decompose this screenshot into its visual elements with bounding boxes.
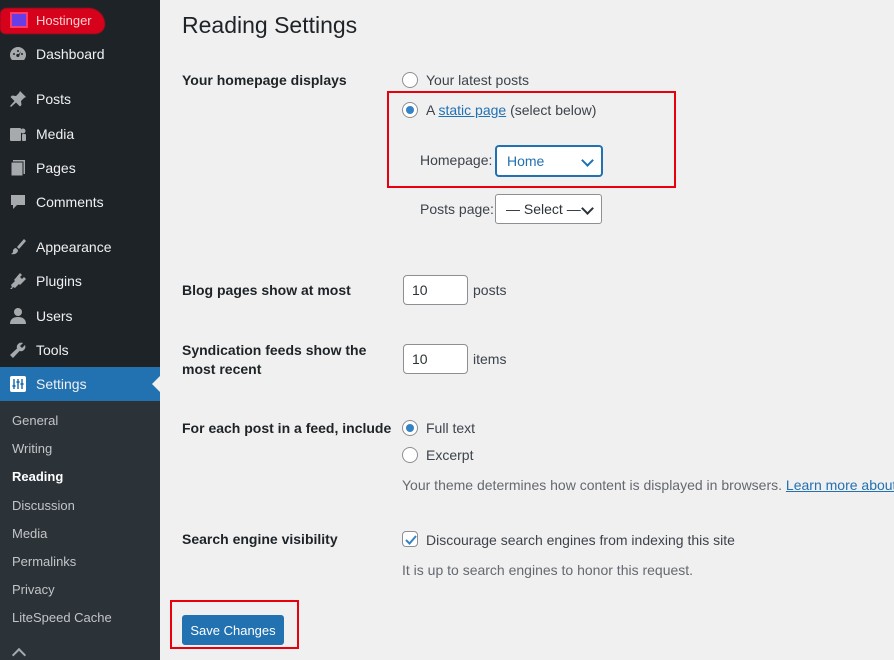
menu-item-posts[interactable]: Posts <box>0 82 160 116</box>
chevron-down-icon <box>581 154 594 167</box>
homepage-displays-label: Your homepage displays <box>182 72 347 88</box>
menu-label: Users <box>36 308 73 324</box>
settings-sliders-icon <box>0 375 36 393</box>
menu-label: Settings <box>36 376 87 392</box>
menu-item-pages[interactable]: Pages <box>0 151 160 185</box>
paintbrush-icon <box>0 238 36 256</box>
pushpin-icon <box>0 90 36 108</box>
submenu-item-reading[interactable]: Reading <box>12 469 63 484</box>
chevron-down-icon <box>581 202 594 215</box>
blog-pages-label: Blog pages show at most <box>182 282 351 298</box>
menu-label: Plugins <box>36 273 82 289</box>
posts-page-select-value: — Select — <box>506 201 581 217</box>
media-icon <box>0 125 36 143</box>
dashboard-icon <box>0 45 36 63</box>
menu-label: Posts <box>36 91 72 107</box>
syndication-label-line1: Syndication feeds show the <box>182 342 367 358</box>
static-page-prefix: A <box>426 102 435 118</box>
menu-label: Pages <box>36 160 76 176</box>
pages-icon <box>0 159 36 177</box>
blog-pages-input[interactable]: 10 <box>403 275 468 305</box>
radio-full-text[interactable] <box>402 420 418 436</box>
learn-more-link[interactable]: Learn more about <box>786 477 894 493</box>
static-page-option: A static page (select below) <box>426 102 596 118</box>
search-visibility-label: Search engine visibility <box>182 531 338 547</box>
feed-include-label: For each post in a feed, include <box>182 420 392 436</box>
homepage-select-value: Home <box>507 153 545 169</box>
brand-label: Hostinger <box>36 12 92 28</box>
comment-icon <box>0 193 36 211</box>
menu-label: Appearance <box>36 239 112 255</box>
checkmark-icon <box>405 535 417 545</box>
submenu-item-litespeed-cache[interactable]: LiteSpeed Cache <box>12 610 112 625</box>
discourage-search-label: Discourage search engines from indexing … <box>426 532 735 548</box>
homepage-select-label: Homepage: <box>420 152 493 168</box>
search-visibility-description: It is up to search engines to honor this… <box>402 562 694 578</box>
submenu-item-general[interactable]: General <box>12 413 58 428</box>
user-icon <box>0 307 36 325</box>
syndication-label-line2: most recent <box>182 361 262 377</box>
brand[interactable]: Hostinger <box>0 6 120 34</box>
feed-description-text: Your theme determines how content is dis… <box>402 477 783 493</box>
static-page-link[interactable]: static page <box>438 102 506 118</box>
wrench-icon <box>0 341 36 359</box>
homepage-select[interactable]: Home <box>496 146 602 176</box>
menu-label: Media <box>36 126 75 142</box>
submenu-item-discussion[interactable]: Discussion <box>12 498 75 513</box>
latest-posts-label: Your latest posts <box>426 72 529 88</box>
menu-item-media[interactable]: Media <box>0 117 160 151</box>
settings-content: Reading Settings Your homepage displays … <box>160 0 894 660</box>
syndication-input[interactable]: 10 <box>403 344 468 374</box>
menu-item-settings[interactable]: Settings <box>0 367 160 401</box>
submenu-item-permalinks[interactable]: Permalinks <box>12 554 76 569</box>
radio-static-page[interactable] <box>402 102 418 118</box>
submenu-item-writing[interactable]: Writing <box>12 441 52 456</box>
menu-label: Tools <box>36 342 69 358</box>
syndication-label: Syndication feeds show the most recent <box>182 341 366 379</box>
posts-page-select-label: Posts page: <box>420 201 494 217</box>
current-menu-arrow <box>152 376 160 392</box>
menu-item-dashboard[interactable]: Dashboard <box>0 37 160 71</box>
menu-item-tools[interactable]: Tools <box>0 333 160 367</box>
excerpt-label: Excerpt <box>426 447 474 463</box>
static-page-suffix: (select below) <box>510 102 597 118</box>
settings-submenu: General Writing Reading Discussion Media… <box>0 401 160 660</box>
hostinger-logo-icon <box>10 12 28 28</box>
submenu-item-privacy[interactable]: Privacy <box>12 582 55 597</box>
admin-sidebar: Hostinger Dashboard Posts Media Pages Co… <box>0 0 160 660</box>
page-title: Reading Settings <box>182 12 358 38</box>
menu-item-comments[interactable]: Comments <box>0 185 160 219</box>
blog-pages-unit: posts <box>473 282 507 298</box>
menu-item-appearance[interactable]: Appearance <box>0 230 160 264</box>
radio-excerpt[interactable] <box>402 447 418 463</box>
posts-page-select[interactable]: — Select — <box>495 194 602 224</box>
menu-item-users[interactable]: Users <box>0 299 160 333</box>
menu-label: Dashboard <box>36 46 105 62</box>
syndication-value: 10 <box>412 351 428 367</box>
save-changes-button[interactable]: Save Changes <box>182 615 284 645</box>
blog-pages-value: 10 <box>412 282 428 298</box>
plugin-icon <box>0 272 36 290</box>
syndication-unit: items <box>473 351 507 367</box>
radio-latest-posts[interactable] <box>402 72 418 88</box>
feed-description: Your theme determines how content is dis… <box>402 477 894 493</box>
discourage-search-checkbox[interactable] <box>402 531 418 547</box>
full-text-label: Full text <box>426 420 476 436</box>
menu-item-plugins[interactable]: Plugins <box>0 264 160 298</box>
submenu-item-media[interactable]: Media <box>12 526 47 541</box>
menu-label: Comments <box>36 194 104 210</box>
